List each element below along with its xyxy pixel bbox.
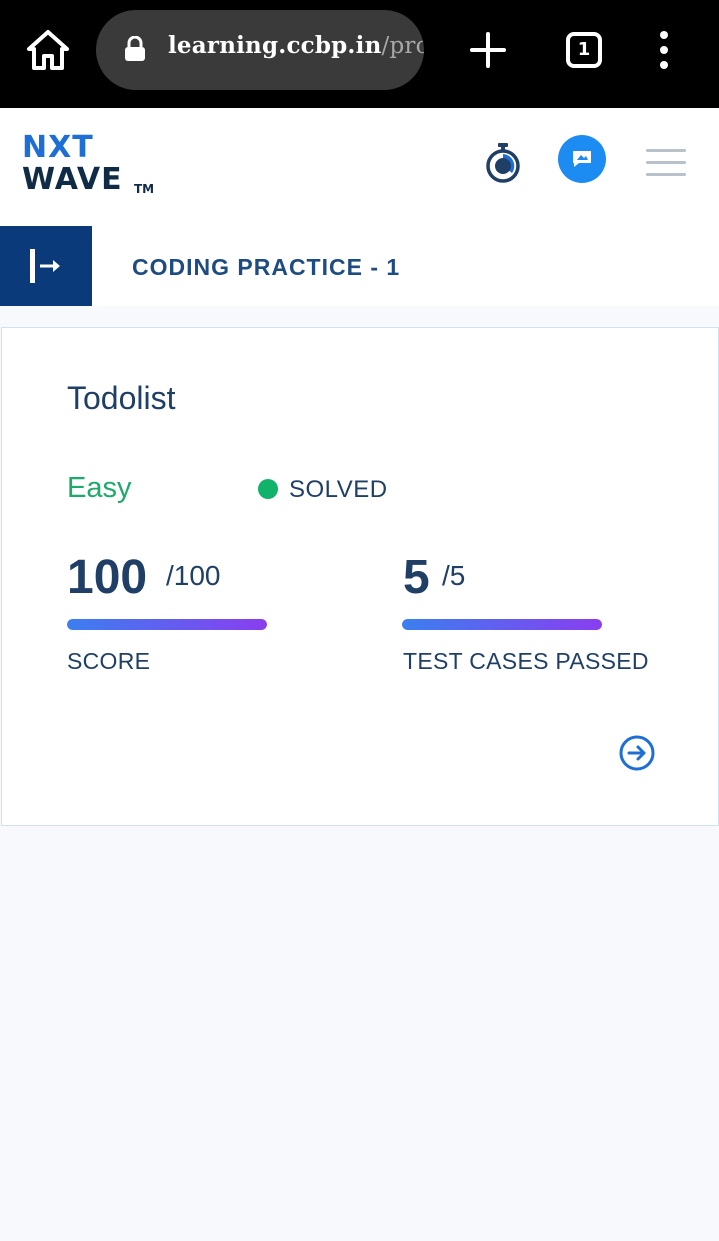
browser-toolbar: learning.ccbp.in/proj 1 [0, 0, 719, 108]
score-value: 100 [67, 551, 148, 604]
chat-icon [573, 151, 591, 167]
logo-trademark: TM [134, 182, 155, 196]
test-cases-label: TEST CASES PASSED [403, 648, 649, 674]
url-path: /proj [381, 33, 424, 59]
test-cases-progress-fill [402, 619, 602, 630]
tab-count: 1 [577, 39, 591, 60]
status-dot-icon [258, 479, 278, 499]
arrow-right-circle-icon[interactable] [618, 734, 656, 772]
chat-button[interactable] [558, 135, 606, 183]
score-progress-bar [67, 619, 267, 630]
score-total: /100 [166, 560, 221, 591]
stopwatch-icon[interactable] [484, 142, 522, 184]
difficulty-label: Easy [67, 472, 132, 504]
score-progress-fill [67, 619, 267, 630]
expand-sidebar-icon [30, 249, 60, 283]
kebab-icon[interactable] [652, 30, 676, 70]
url-domain: learning.ccbp.in [168, 32, 382, 59]
test-cases-value: 5 [403, 551, 430, 604]
logo-bottom-text: WAVE [22, 162, 123, 197]
tabs-button[interactable]: 1 [566, 32, 602, 68]
home-icon[interactable] [24, 28, 72, 72]
nxtwave-logo[interactable]: NXT WAVE TM [22, 130, 162, 208]
practice-header: CODING PRACTICE - 1 [0, 226, 719, 306]
score-label: SCORE [67, 648, 151, 674]
plus-icon[interactable] [470, 32, 506, 68]
page-title: CODING PRACTICE - 1 [132, 254, 401, 280]
test-cases-total: /5 [442, 560, 466, 591]
logo-top-text: NXT [22, 130, 94, 165]
hamburger-icon[interactable] [646, 148, 686, 178]
lock-icon [125, 36, 145, 61]
test-cases-progress-bar [402, 619, 602, 630]
status-badge: SOLVED [289, 476, 388, 503]
app-header: NXT WAVE TM [0, 108, 719, 227]
url-text: learning.ccbp.in/proj [168, 32, 424, 59]
expand-sidebar-button[interactable] [0, 226, 92, 306]
question-card[interactable]: Todolist Easy SOLVED 100 /100 SCORE 5 /5… [1, 327, 719, 826]
question-title: Todolist [67, 380, 176, 416]
address-bar[interactable]: learning.ccbp.in/proj [96, 10, 424, 90]
